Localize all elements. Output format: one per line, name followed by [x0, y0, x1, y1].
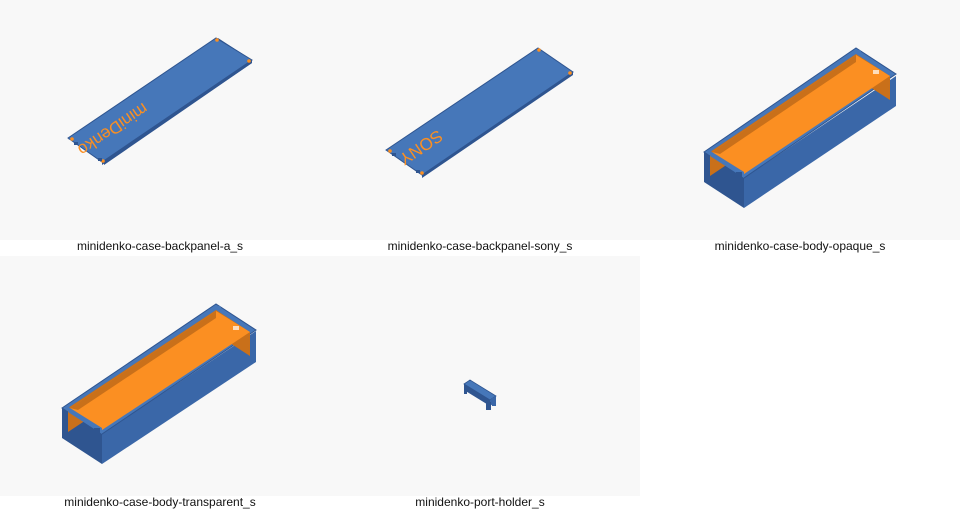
backpanel-sony-graphic: SONY [385, 47, 574, 178]
body-opaque-screw-boss [857, 50, 861, 54]
model-render-backpanel-sony[interactable]: SONY [320, 0, 640, 240]
port-holder-foot [486, 402, 491, 410]
body-transparent-screw-boss [66, 407, 70, 411]
model-tile-port-holder[interactable]: minidenko-port-holder_s [320, 256, 640, 512]
body-opaque-screw-boss [708, 151, 712, 155]
model-tile-body-opaque[interactable]: minidenko-case-body-opaque_s [640, 0, 960, 256]
model-render-body-transparent[interactable] [0, 256, 320, 496]
backpanel-sony-hole [420, 171, 424, 175]
body-opaque-graphic [703, 47, 897, 208]
backpanel-a-hole [70, 137, 74, 141]
backpanel-a-hole [215, 38, 219, 42]
model-caption: minidenko-port-holder_s [320, 496, 640, 512]
model-render-body-opaque[interactable] [640, 0, 960, 240]
backpanel-a-hole [247, 59, 251, 63]
port-holder-foot [492, 398, 496, 406]
port-holder-foot [464, 388, 467, 394]
backpanel-a-graphic: miniDenko [67, 37, 253, 165]
backpanel-sony-tab [392, 153, 396, 156]
model-tile-body-transparent[interactable]: minidenko-case-body-transparent_s [0, 256, 320, 512]
body-transparent-screw-boss [217, 306, 221, 310]
model-tile-backpanel-a[interactable]: miniDenko minidenko-case-backpanel-a_s [0, 0, 320, 256]
model-caption: minidenko-case-body-transparent_s [0, 496, 320, 512]
port-holder-graphic [463, 379, 497, 410]
body-transparent-port-notch [94, 428, 100, 442]
body-opaque-port-notch [736, 172, 742, 186]
model-gallery: miniDenko minidenko-case-backpanel-a_s S… [0, 0, 960, 512]
body-opaque-port-cutout [873, 70, 879, 74]
model-render-port-holder[interactable] [320, 256, 640, 496]
backpanel-sony-hole [388, 149, 392, 153]
body-transparent-graphic [61, 303, 257, 464]
model-caption: minidenko-case-backpanel-sony_s [320, 240, 640, 256]
body-transparent-port-cutout [233, 326, 239, 330]
backpanel-sony-tab [416, 170, 420, 173]
model-tile-backpanel-sony[interactable]: SONY minidenko-case-backpanel-sony_s [320, 0, 640, 256]
backpanel-a-tab [98, 158, 102, 161]
backpanel-sony-hole [568, 71, 572, 75]
model-caption: minidenko-case-backpanel-a_s [0, 240, 320, 256]
model-caption: minidenko-case-body-opaque_s [640, 240, 960, 256]
model-render-backpanel-a[interactable]: miniDenko [0, 0, 320, 240]
backpanel-sony-hole [537, 48, 541, 52]
